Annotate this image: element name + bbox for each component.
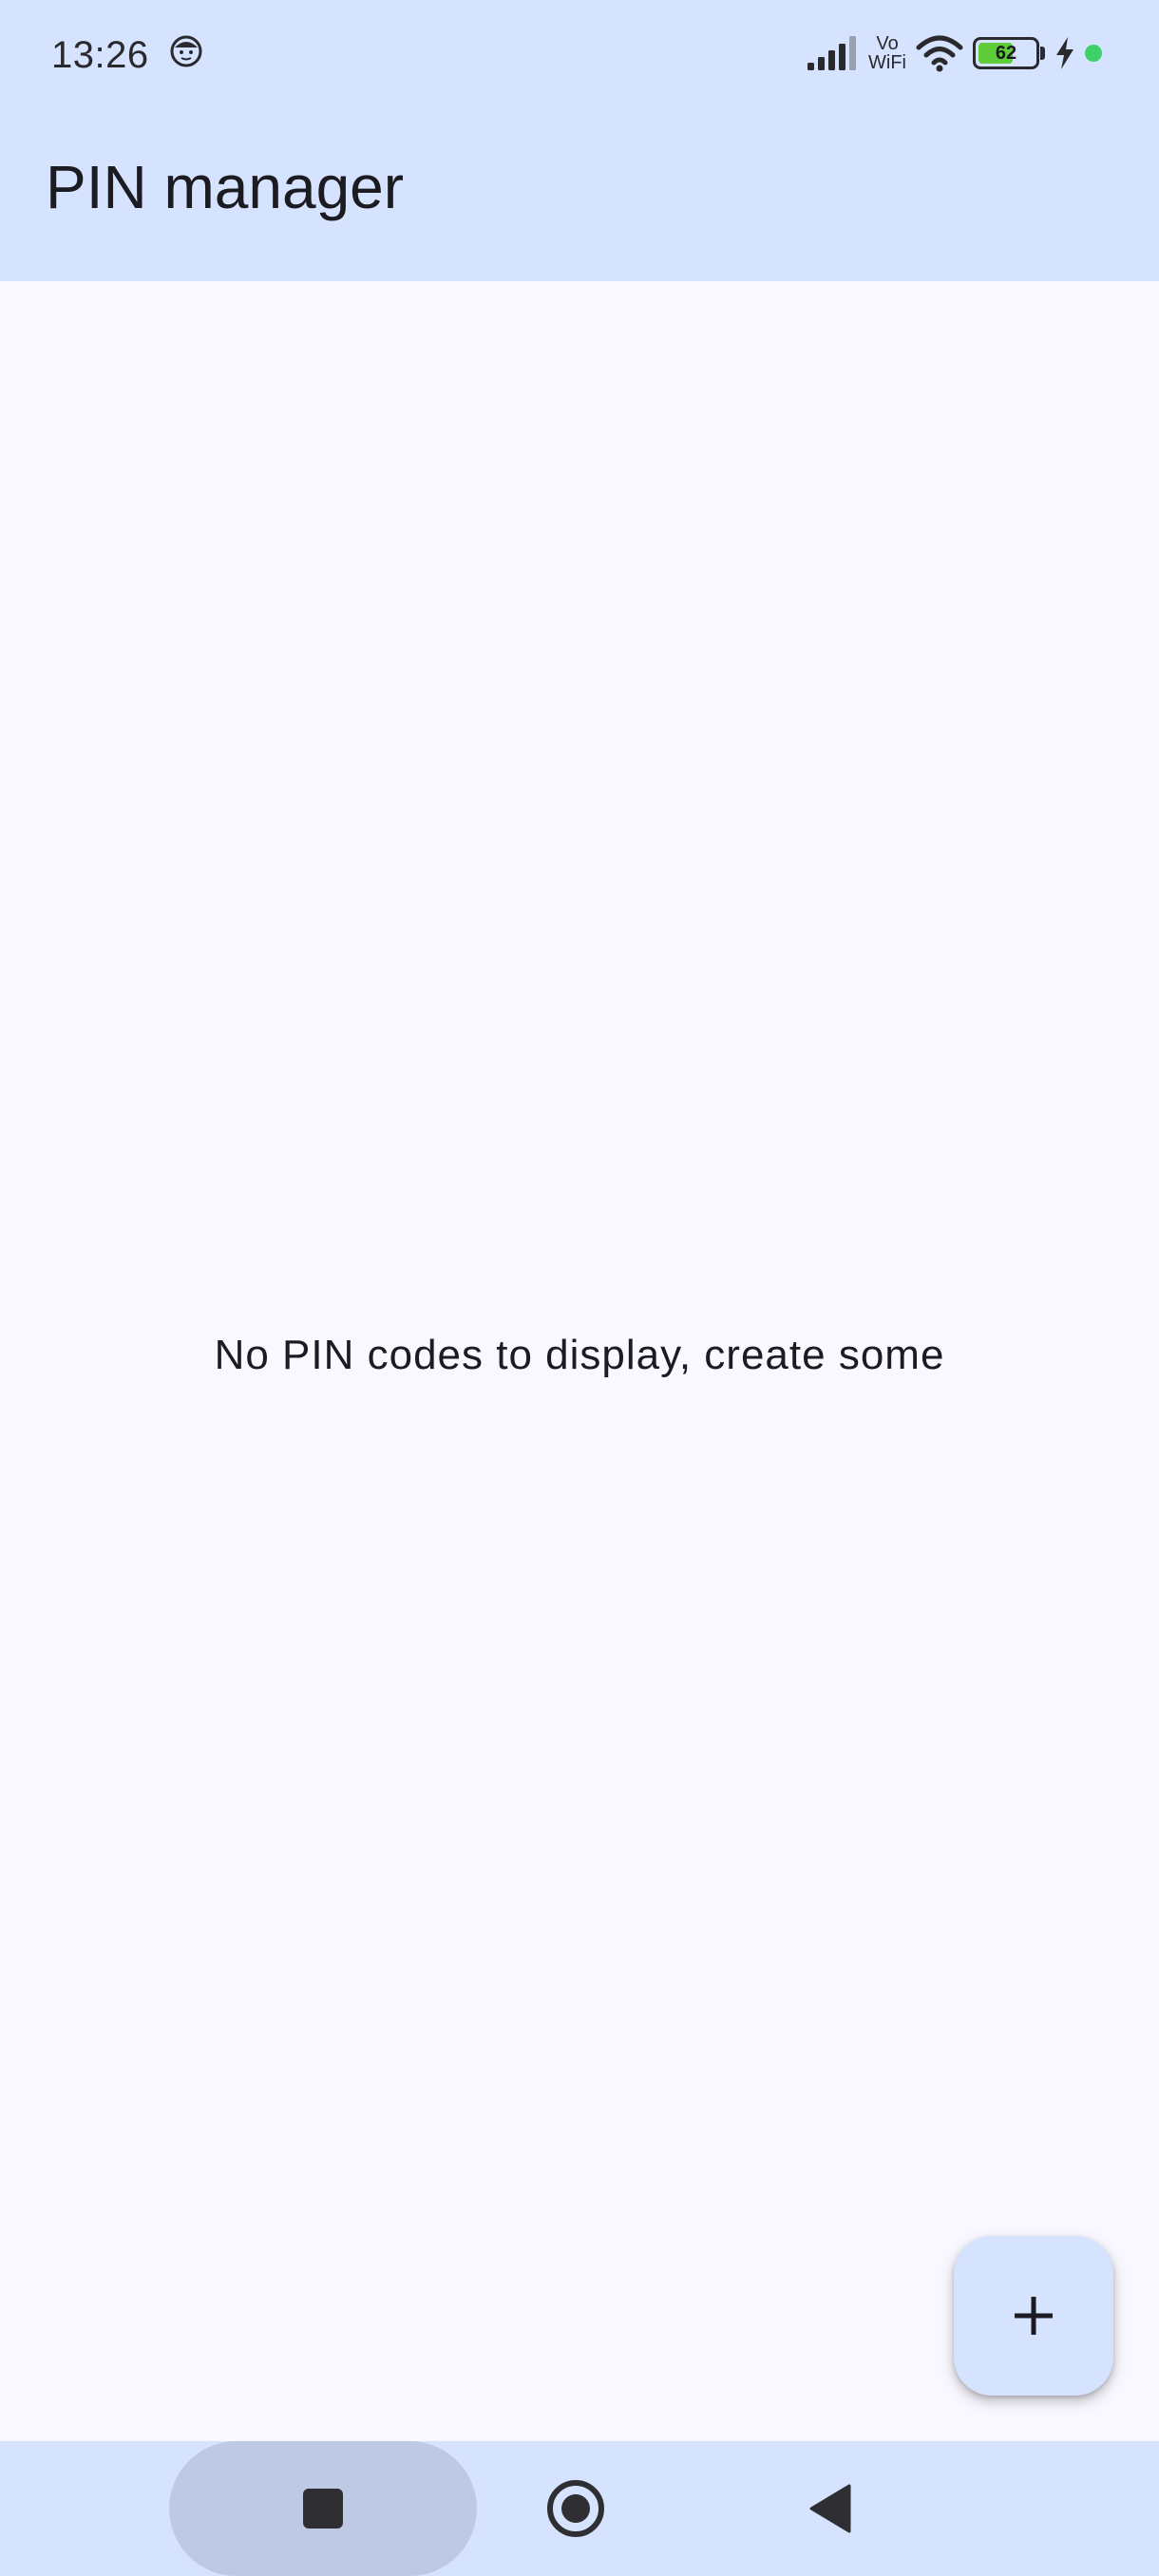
battery-icon: 62 (973, 37, 1045, 69)
recents-button[interactable] (169, 2441, 477, 2576)
system-nav-bar (0, 2441, 1159, 2576)
face-icon (170, 35, 202, 67)
plus-icon (1015, 2297, 1053, 2335)
app-root: 13:26 Vo WiFi 62 PIN manager No PIN code… (0, 0, 1159, 2576)
notification-dot-icon (1085, 45, 1102, 62)
status-icons: Vo WiFi 62 (798, 32, 1102, 74)
home-circle-icon (547, 2480, 604, 2537)
back-button[interactable] (764, 2441, 897, 2576)
vowifi-bottom-label: WiFi (868, 52, 906, 73)
battery-tip (1040, 47, 1045, 60)
charging-bolt-icon (1056, 37, 1074, 69)
recents-square-icon (303, 2489, 343, 2529)
vowifi-icon: Vo WiFi (868, 34, 906, 72)
battery-level: 62 (995, 42, 1017, 64)
add-pin-button[interactable] (954, 2236, 1113, 2396)
app-bar: PIN manager (0, 104, 1159, 281)
page-title: PIN manager (46, 153, 405, 221)
back-triangle-icon (809, 2484, 851, 2533)
vowifi-top-label: Vo (876, 33, 899, 54)
signal-icon (808, 36, 857, 70)
empty-state-message: No PIN codes to display, create some (214, 1332, 945, 1378)
wifi-icon (916, 35, 963, 72)
status-time: 13:26 (51, 34, 149, 76)
status-bar: 13:26 Vo WiFi 62 (0, 0, 1159, 104)
home-button[interactable] (509, 2441, 642, 2576)
